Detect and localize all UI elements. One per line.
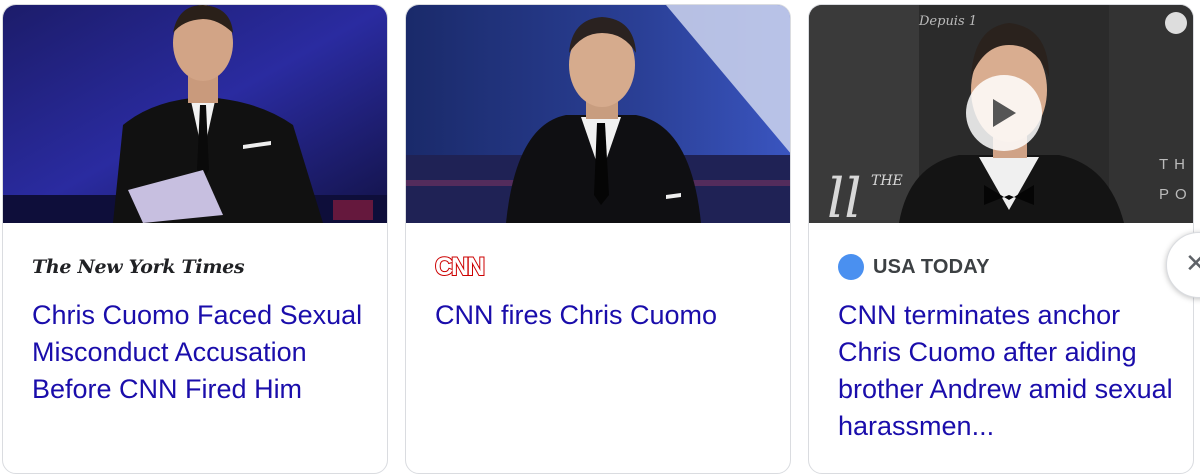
svg-text:Depuis 1: Depuis 1 (918, 14, 977, 29)
news-thumbnail (406, 5, 790, 223)
headline-link[interactable]: Chris Cuomo Faced Sexual Misconduct Accu… (32, 297, 372, 408)
headline-link[interactable]: CNN terminates anchor Chris Cuomo after … (838, 297, 1178, 445)
source-label: The New York Times (32, 252, 245, 282)
news-card-cnn[interactable]: CNN CNN fires Chris Cuomo (405, 4, 791, 474)
play-video-button[interactable] (966, 75, 1042, 151)
source-label: CNN (434, 252, 486, 282)
source-name: USA TODAY (873, 255, 990, 278)
headline-link[interactable]: CNN fires Chris Cuomo (435, 297, 775, 334)
nyt-logo: The New York Times (32, 256, 245, 278)
chevron-right-icon: ✕ (1185, 249, 1200, 279)
source-label: USA TODAY (838, 252, 990, 282)
cnn-logo: CNN (434, 252, 486, 282)
svg-text:ll: ll (827, 167, 862, 223)
usa-today-logo (838, 254, 864, 280)
news-thumbnail (3, 5, 387, 223)
svg-text:THE: THE (871, 173, 903, 189)
news-card-nyt[interactable]: The New York Times Chris Cuomo Faced Sex… (2, 4, 388, 474)
image-text: TH PO (1159, 156, 1193, 203)
play-icon (993, 99, 1016, 127)
